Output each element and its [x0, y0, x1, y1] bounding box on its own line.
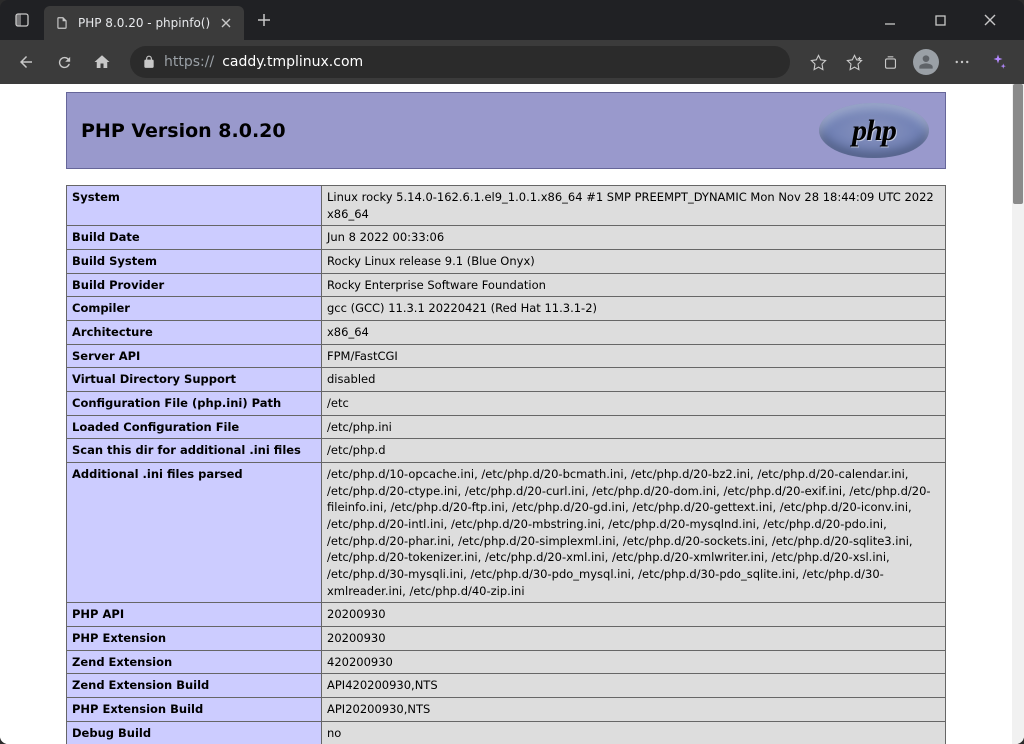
new-tab-button[interactable] [250, 6, 278, 34]
scrollbar-thumb[interactable] [1013, 84, 1023, 204]
row-label: Debug Build [67, 721, 322, 744]
table-row: Configuration File (php.ini) Path/etc [67, 392, 946, 416]
row-value: /etc/php.d [322, 439, 946, 463]
row-value: API20200930,NTS [322, 698, 946, 722]
table-row: Scan this dir for additional .ini files/… [67, 439, 946, 463]
browser-toolbar: https:// caddy.tmplinux.com [0, 40, 1024, 84]
table-row: Build ProviderRocky Enterprise Software … [67, 273, 946, 297]
php-logo-text: php [852, 114, 896, 148]
window-minimize-button[interactable] [874, 4, 906, 36]
row-value: 20200930 [322, 603, 946, 627]
refresh-button[interactable] [48, 46, 80, 78]
row-label: Zend Extension Build [67, 674, 322, 698]
table-row: Zend Extension BuildAPI420200930,NTS [67, 674, 946, 698]
table-row: PHP API20200930 [67, 603, 946, 627]
row-label: Additional .ini files parsed [67, 463, 322, 603]
row-value: /etc/php.d/10-opcache.ini, /etc/php.d/20… [322, 463, 946, 603]
table-row: SystemLinux rocky 5.14.0-162.6.1.el9_1.0… [67, 186, 946, 226]
row-label: Virtual Directory Support [67, 368, 322, 392]
page-icon [54, 15, 70, 31]
scrollbar-track[interactable] [1012, 84, 1024, 744]
page-title: PHP Version 8.0.20 [81, 120, 286, 142]
back-button[interactable] [10, 46, 42, 78]
copilot-button[interactable] [982, 46, 1014, 78]
more-button[interactable] [946, 46, 978, 78]
row-value: /etc/php.ini [322, 415, 946, 439]
row-value: Jun 8 2022 00:33:06 [322, 226, 946, 250]
favorites-button[interactable] [838, 46, 870, 78]
table-row: Build DateJun 8 2022 00:33:06 [67, 226, 946, 250]
row-label: PHP Extension [67, 627, 322, 651]
row-value: x86_64 [322, 321, 946, 345]
url-scheme: https:// [164, 54, 214, 70]
row-value: FPM/FastCGI [322, 344, 946, 368]
page-viewport[interactable]: PHP Version 8.0.20 php SystemLinux rocky… [0, 84, 1012, 744]
row-value: gcc (GCC) 11.3.1 20220421 (Red Hat 11.3.… [322, 297, 946, 321]
row-label: Scan this dir for additional .ini files [67, 439, 322, 463]
table-row: Loaded Configuration File/etc/php.ini [67, 415, 946, 439]
tracking-prevention-button[interactable] [802, 46, 834, 78]
table-row: PHP Extension20200930 [67, 627, 946, 651]
row-value: disabled [322, 368, 946, 392]
row-label: Compiler [67, 297, 322, 321]
row-value: 420200930 [322, 650, 946, 674]
profile-button[interactable] [910, 46, 942, 78]
row-label: Loaded Configuration File [67, 415, 322, 439]
lock-icon [142, 55, 156, 69]
avatar-icon [913, 49, 939, 75]
row-label: Build Provider [67, 273, 322, 297]
row-value: Rocky Enterprise Software Foundation [322, 273, 946, 297]
tab-close-button[interactable] [218, 15, 234, 31]
home-button[interactable] [86, 46, 118, 78]
collections-button[interactable] [874, 46, 906, 78]
table-row: Additional .ini files parsed/etc/php.d/1… [67, 463, 946, 603]
row-value: Rocky Linux release 9.1 (Blue Onyx) [322, 250, 946, 274]
row-label: Server API [67, 344, 322, 368]
browser-tabbar: PHP 8.0.20 - phpinfo() [0, 0, 1024, 40]
row-value: API420200930,NTS [322, 674, 946, 698]
row-label: Architecture [67, 321, 322, 345]
phpinfo-table: SystemLinux rocky 5.14.0-162.6.1.el9_1.0… [66, 185, 946, 744]
row-label: Build System [67, 250, 322, 274]
address-bar[interactable]: https:// caddy.tmplinux.com [130, 46, 790, 78]
window-maximize-button[interactable] [924, 4, 956, 36]
tab-title: PHP 8.0.20 - phpinfo() [78, 16, 210, 30]
row-label: Zend Extension [67, 650, 322, 674]
table-row: Server APIFPM/FastCGI [67, 344, 946, 368]
row-label: PHP API [67, 603, 322, 627]
browser-tab[interactable]: PHP 8.0.20 - phpinfo() [44, 6, 244, 40]
table-row: PHP Extension BuildAPI20200930,NTS [67, 698, 946, 722]
row-value: no [322, 721, 946, 744]
row-label: Build Date [67, 226, 322, 250]
table-row: Compilergcc (GCC) 11.3.1 20220421 (Red H… [67, 297, 946, 321]
table-row: Build SystemRocky Linux release 9.1 (Blu… [67, 250, 946, 274]
row-label: PHP Extension Build [67, 698, 322, 722]
tab-actions-button[interactable] [8, 6, 36, 34]
row-label: System [67, 186, 322, 226]
row-value: 20200930 [322, 627, 946, 651]
row-label: Configuration File (php.ini) Path [67, 392, 322, 416]
php-logo: php [819, 103, 929, 158]
row-value: Linux rocky 5.14.0-162.6.1.el9_1.0.1.x86… [322, 186, 946, 226]
table-row: Architecturex86_64 [67, 321, 946, 345]
phpinfo-header: PHP Version 8.0.20 php [66, 92, 946, 169]
window-close-button[interactable] [974, 4, 1006, 36]
table-row: Debug Buildno [67, 721, 946, 744]
row-value: /etc [322, 392, 946, 416]
url-host: caddy.tmplinux.com [222, 54, 363, 70]
table-row: Zend Extension420200930 [67, 650, 946, 674]
table-row: Virtual Directory Supportdisabled [67, 368, 946, 392]
